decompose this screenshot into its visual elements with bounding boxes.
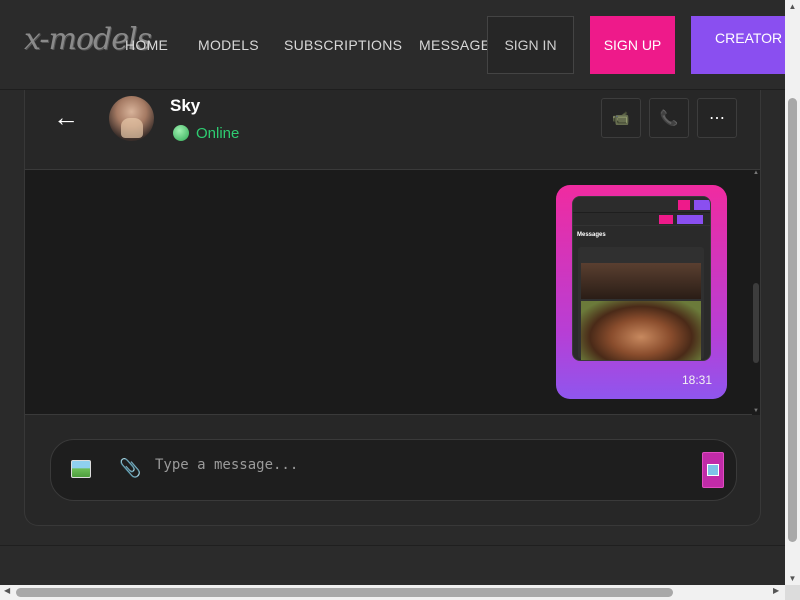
- send-button[interactable]: [702, 452, 724, 488]
- message-time: 18:31: [681, 373, 712, 387]
- video-camera-icon: 📹: [612, 109, 630, 126]
- screenshot-nav: [573, 197, 710, 213]
- nav-models[interactable]: MODELS: [198, 37, 259, 53]
- scroll-down-icon[interactable]: ▼: [752, 408, 760, 414]
- message-composer: 📎: [50, 439, 737, 501]
- more-options-button[interactable]: ⋯: [697, 98, 737, 138]
- more-icon: ⋯: [709, 110, 725, 127]
- outgoing-message-bubble[interactable]: Messages 18:31: [556, 185, 727, 399]
- phone-icon: 📞: [659, 110, 679, 127]
- creator-dashboard-button[interactable]: CREATOR DASHBOARD: [691, 16, 800, 74]
- back-arrow-icon[interactable]: ←: [53, 102, 79, 133]
- horizontal-scroll-thumb[interactable]: [16, 588, 673, 597]
- image-icon[interactable]: [71, 460, 91, 478]
- scrollbar-corner: [785, 585, 800, 600]
- online-status-icon: [173, 125, 189, 141]
- status-text: Online: [196, 125, 240, 142]
- screenshot-photo-top: [581, 263, 701, 299]
- attached-screenshot-image[interactable]: Messages: [572, 196, 711, 361]
- voice-call-button[interactable]: 📞: [649, 98, 689, 138]
- messages-scrollbar[interactable]: ▲ ▼: [752, 170, 760, 415]
- video-call-button[interactable]: 📹: [601, 98, 641, 138]
- paperclip-icon[interactable]: 📎: [119, 458, 141, 479]
- send-icon: [707, 464, 719, 476]
- top-navigation: x-models HOME MODELS SUBSCRIPTIONS MESSA…: [0, 0, 800, 90]
- horizontal-scrollbar[interactable]: ◀ ▶: [0, 585, 785, 600]
- chat-panel: ← Sky Online 📹 📞 ⋯ Messages 18:31 ▲ ▼ 📎 …: [24, 90, 761, 526]
- page: x-models HOME MODELS SUBSCRIPTIONS MESSA…: [0, 0, 800, 600]
- avatar[interactable]: [109, 96, 154, 141]
- scroll-left-arrow-icon[interactable]: ◀: [4, 586, 10, 595]
- scroll-up-arrow-icon[interactable]: ▲: [785, 2, 800, 11]
- page-footer-strip: [0, 545, 785, 585]
- vertical-scrollbar[interactable]: ▲ ▼: [785, 0, 800, 585]
- scroll-down-arrow-icon[interactable]: ▼: [785, 574, 800, 583]
- chat-header: ← Sky Online 📹 📞 ⋯: [25, 90, 760, 170]
- scroll-up-icon[interactable]: ▲: [752, 170, 760, 176]
- messages-scroll-thumb[interactable]: [753, 283, 759, 363]
- screenshot-title: Messages: [577, 232, 606, 238]
- screenshot-subnav: [573, 213, 710, 226]
- screenshot-photo-bottom: [581, 301, 701, 360]
- scroll-right-arrow-icon[interactable]: ▶: [773, 586, 779, 595]
- messages-list[interactable]: Messages 18:31 ▲ ▼: [25, 170, 760, 415]
- message-input[interactable]: [155, 452, 695, 478]
- contact-name: Sky: [170, 96, 201, 115]
- vertical-scroll-thumb[interactable]: [788, 98, 797, 542]
- nav-subscriptions[interactable]: SUBSCRIPTIONS: [284, 37, 402, 53]
- sign-in-button[interactable]: SIGN IN: [487, 16, 574, 74]
- nav-home[interactable]: HOME: [125, 37, 168, 53]
- sign-up-button[interactable]: SIGN UP: [590, 16, 675, 74]
